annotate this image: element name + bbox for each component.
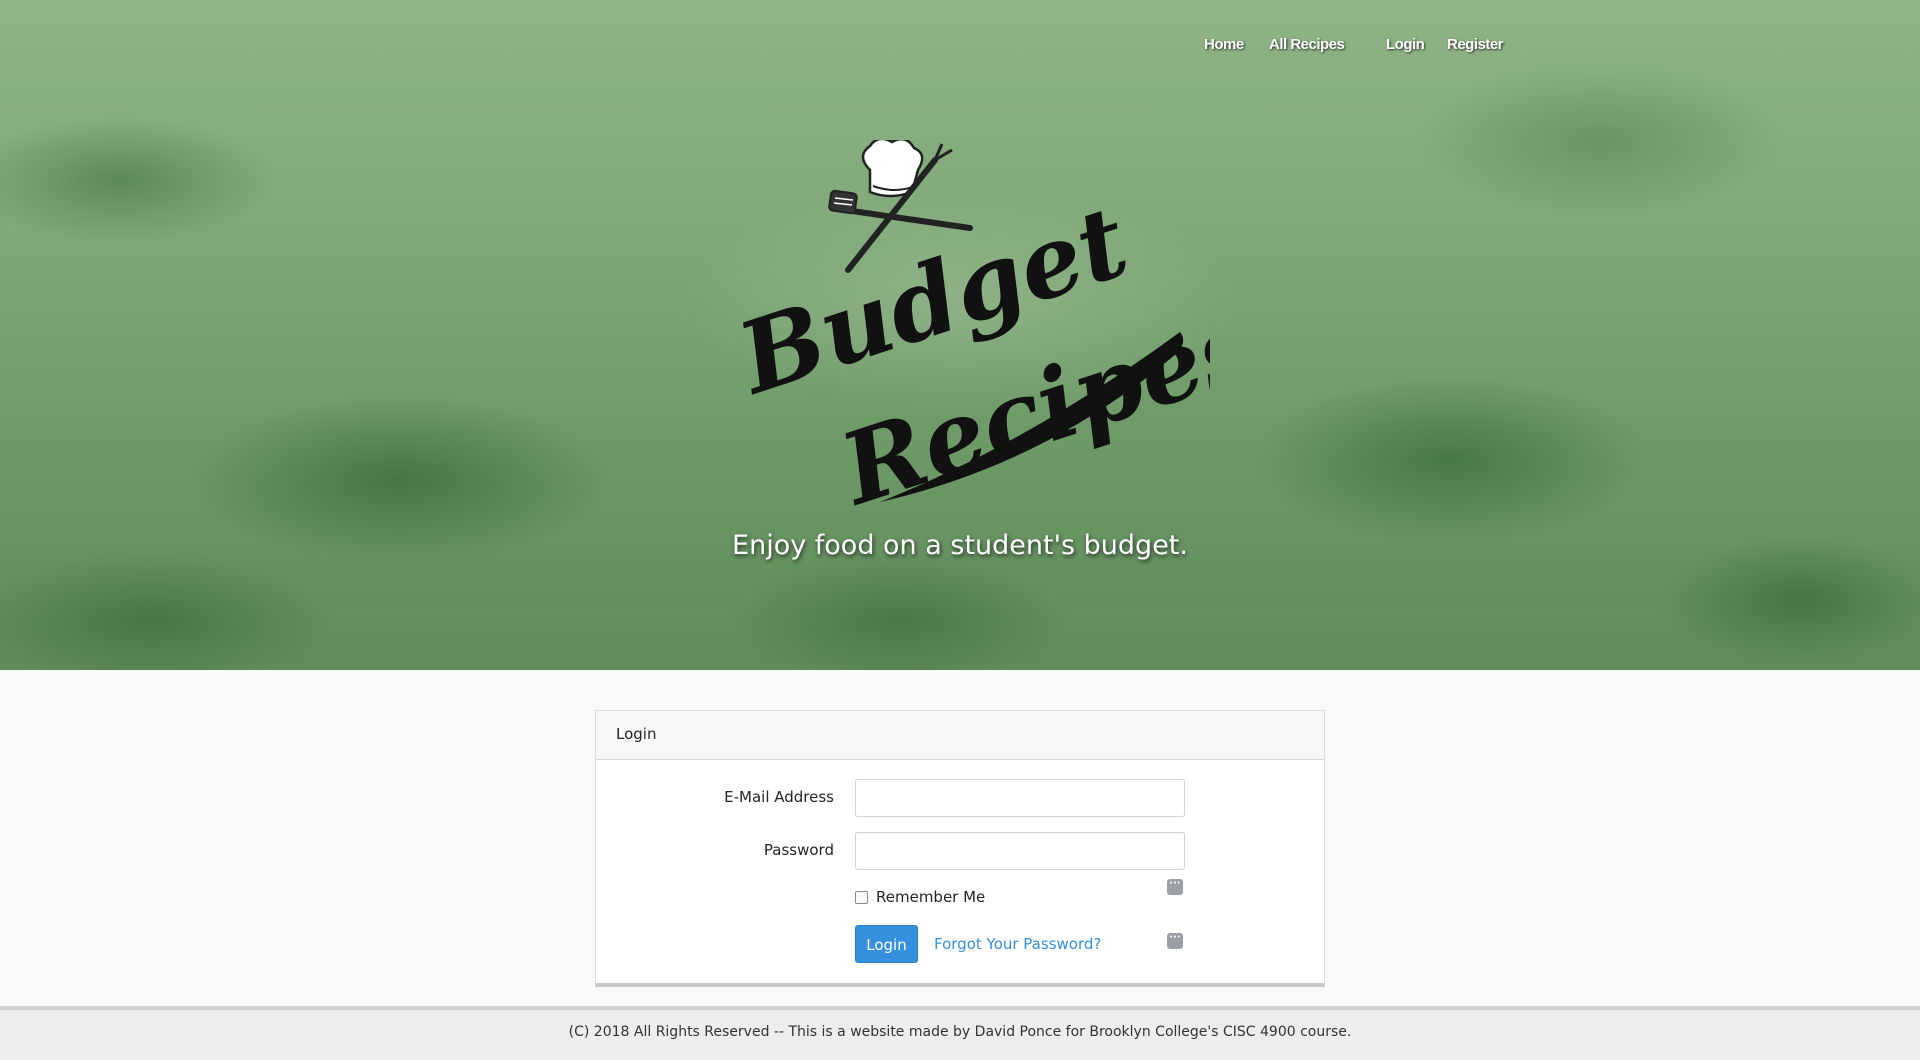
remember-me-checkbox[interactable] [855,891,868,904]
nav-register[interactable]: Register [1447,36,1504,53]
site-logo: Budget Recipes [723,140,1210,510]
forgot-password-link[interactable]: Forgot Your Password? [934,935,1101,953]
hero-tagline: Enjoy food on a student's budget. [732,530,1188,561]
password-manager-icon[interactable]: ··· [1167,879,1183,895]
nav-all-recipes[interactable]: All Recipes [1269,36,1345,53]
hero-banner: Home All Recipes Login Register Budget R… [0,0,1920,670]
footer-text: (C) 2018 All Rights Reserved -- This is … [568,1024,1352,1040]
password-label: Password [763,841,834,859]
email-label: E-Mail Address [724,788,834,806]
page-footer: (C) 2018 All Rights Reserved -- This is … [0,1006,1920,1060]
nav-login[interactable]: Login [1386,36,1425,53]
email-field[interactable] [855,779,1185,817]
password-field[interactable] [855,832,1185,870]
remember-me-label[interactable]: Remember Me [876,888,985,906]
login-card: Login E-Mail Address Password ··· Rememb… [595,710,1325,987]
autofill-icon[interactable]: ··· [1167,933,1183,949]
login-button[interactable]: Login [855,925,918,963]
nav-home[interactable]: Home [1204,36,1244,53]
login-card-header: Login [596,711,1324,760]
